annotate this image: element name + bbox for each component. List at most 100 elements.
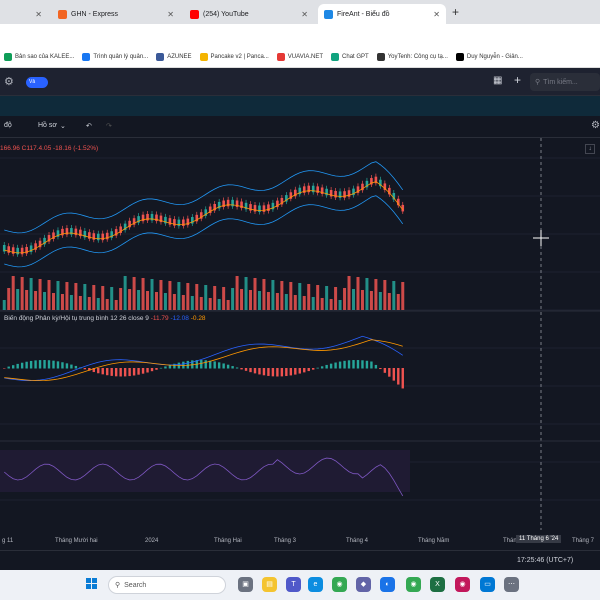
taskbar-search[interactable]: ⚲ Search [108, 576, 226, 594]
profile-button[interactable]: Hồ sơ [38, 122, 57, 129]
candle-body [101, 233, 105, 241]
close-icon[interactable]: ✕ [167, 10, 174, 19]
candle-body [92, 233, 96, 240]
volume-bar [190, 296, 194, 310]
interval-selector[interactable]: độ [4, 122, 12, 129]
new-tab-button[interactable]: + [452, 5, 459, 19]
bookmark-item[interactable]: Duy Nguyễn - Giản... [455, 52, 523, 61]
bookmark-item[interactable]: Chat GPT [331, 52, 369, 61]
macd-histogram-bar [43, 360, 46, 369]
time-label: Tháng 4 [346, 538, 369, 544]
time-label: Tháng 3 [274, 538, 297, 544]
volume-bar [128, 289, 132, 310]
candle-body [70, 228, 73, 235]
teams-icon[interactable]: T [286, 577, 301, 592]
macd-histogram-bar [7, 366, 10, 369]
macd-histogram-bar [97, 368, 100, 374]
candle-body [262, 205, 266, 212]
app-icon[interactable]: ◉ [455, 577, 470, 592]
app-icon[interactable]: ◆ [356, 577, 371, 592]
volume-bar [257, 291, 261, 310]
meta-icon [82, 52, 91, 61]
price-chart[interactable] [0, 138, 600, 550]
volume-bar [374, 279, 378, 310]
layout-grid-icon[interactable]: ▦ [493, 75, 502, 86]
file-explorer-icon[interactable]: ▤ [262, 577, 277, 592]
tab-previous[interactable]: ✕ [0, 4, 48, 24]
volume-bar [369, 291, 373, 310]
tab-fireant[interactable]: FireAnt - Biểu đồ ✕ [318, 4, 446, 24]
candle-body [177, 219, 181, 227]
chart-canvas[interactable] [0, 138, 600, 550]
volume-bar [172, 294, 176, 310]
bookmark-item[interactable]: YoyTenh: Công cụ tạ... [376, 52, 448, 61]
tab-youtube[interactable]: (254) YouTube ✕ [184, 4, 314, 24]
chrome-icon[interactable]: ◉ [406, 577, 421, 592]
candle-body [20, 247, 24, 255]
volume-bar [105, 299, 109, 310]
language-toggle[interactable]: Vả [26, 77, 48, 88]
volume-bar [262, 279, 266, 310]
browser-tab-bar: ✕ GHN - Express ✕ (254) YouTube ✕ FireAn… [0, 0, 600, 24]
bookmark-item[interactable]: Pancake v2 | Panca... [199, 52, 269, 61]
close-icon[interactable]: ✕ [433, 10, 440, 19]
volume-bar [325, 286, 329, 310]
app-icon[interactable]: ⋯ [504, 577, 519, 592]
download-icon[interactable]: ↓ [585, 144, 595, 154]
excel-icon[interactable]: X [430, 577, 445, 592]
moving-average [4, 181, 404, 254]
app-icon[interactable]: ◐ [380, 577, 395, 592]
bookmark-item[interactable]: VUAVIA.NET [276, 52, 323, 61]
volume-bar [365, 278, 369, 310]
add-icon[interactable]: + [514, 73, 521, 87]
macd-histogram-bar [320, 366, 324, 369]
volume-bar [132, 277, 136, 310]
chevron-down-icon[interactable]: ⌄ [60, 122, 66, 130]
macd-histogram-bar [235, 367, 239, 369]
vuavia-icon [276, 52, 285, 61]
search-input[interactable]: ⚲ Tìm kiếm... [530, 73, 600, 91]
volume-bar [356, 277, 360, 310]
settings-icon[interactable]: ⚙ [591, 120, 600, 131]
macd-histogram-bar [110, 368, 113, 376]
macd-histogram-bar [249, 368, 252, 373]
macd-histogram-bar [11, 365, 15, 369]
volume-bar [195, 284, 199, 310]
windows-start-icon[interactable] [86, 578, 98, 590]
volume-bar [25, 290, 29, 310]
time-axis: g 11 Tháng Mười hai 2024 Tháng Hai Tháng… [0, 530, 600, 550]
macd-histogram-bar [186, 360, 190, 369]
macd-histogram-bar [316, 367, 319, 369]
macd-histogram-bar [141, 368, 145, 374]
macd-histogram-bar [150, 368, 154, 372]
volume-bar [396, 294, 400, 310]
time-label: Tháng 7 [572, 538, 595, 544]
macd-histogram-bar [383, 368, 387, 373]
bookmark-item[interactable]: Trình quản lý quản... [82, 52, 148, 61]
gear-icon[interactable]: ⚙ [4, 75, 14, 88]
macd-histogram-bar [146, 368, 149, 373]
close-icon[interactable]: ✕ [35, 10, 42, 19]
macd-histogram-bar [365, 360, 369, 369]
volume-bar [208, 298, 212, 310]
volume-bar [163, 293, 167, 310]
close-icon[interactable]: ✕ [301, 10, 308, 19]
macd-histogram-bar [132, 368, 136, 376]
task-view-icon[interactable]: ▣ [238, 577, 253, 592]
volume-bar [123, 276, 127, 310]
edge-icon[interactable]: e [308, 577, 323, 592]
bookmark-item[interactable]: AZUNEE [156, 52, 192, 61]
bookmark-item[interactable]: Bản sao của KALEE... [4, 52, 74, 61]
tab-ghn[interactable]: GHN - Express ✕ [52, 4, 180, 24]
app-icon[interactable]: ▭ [480, 577, 495, 592]
redo-icon[interactable]: ↷ [106, 122, 112, 130]
macd-histogram-bar [244, 368, 248, 371]
macd-histogram-bar [401, 368, 404, 389]
macd-histogram-bar [226, 364, 230, 369]
macd-histogram-bar [114, 368, 118, 377]
chrome-icon[interactable]: ◉ [332, 577, 347, 592]
yoytenh-icon [376, 52, 385, 61]
undo-icon[interactable]: ↶ [86, 122, 92, 130]
volume-bar [249, 290, 253, 310]
volume-bar [284, 294, 288, 310]
